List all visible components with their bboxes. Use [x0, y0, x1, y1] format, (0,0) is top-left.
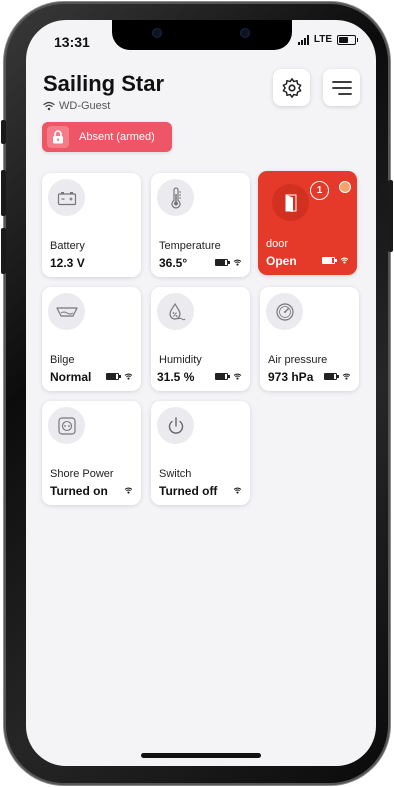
tile-switch[interactable]: Switch Turned off	[151, 401, 250, 505]
gauge-icon	[266, 293, 303, 330]
tile-label: Shore Power	[50, 468, 114, 480]
wifi-icon	[233, 487, 242, 494]
battery-level-icon	[215, 373, 230, 380]
device-status	[322, 257, 349, 264]
volume-up-button	[1, 170, 6, 216]
tile-label: Battery	[50, 240, 85, 252]
tile-door[interactable]: 1 door Open	[258, 171, 357, 275]
tile-label: Humidity	[159, 354, 202, 366]
tile-humidity[interactable]: Humidity 31.5 %	[151, 287, 250, 391]
power-icon	[157, 407, 194, 444]
tile-label: Switch	[159, 468, 192, 480]
humidity-icon	[157, 293, 194, 330]
security-mode-label: Absent (armed)	[79, 131, 155, 143]
battery-level-icon	[106, 373, 121, 380]
power-outlet-icon	[48, 407, 85, 444]
device-status	[215, 373, 242, 380]
wifi-icon	[124, 487, 133, 494]
tile-value: 973 hPa	[268, 370, 314, 384]
wifi-name: WD-Guest	[59, 100, 111, 112]
page-title: Sailing Star	[43, 71, 165, 96]
camera-dot	[240, 28, 250, 38]
battery-level-icon	[322, 257, 337, 264]
device-status	[124, 487, 133, 494]
wifi-icon	[233, 259, 242, 266]
tile-value: Normal	[50, 370, 92, 384]
power-button	[388, 180, 393, 252]
battery-level-icon	[324, 373, 339, 380]
device-status	[324, 373, 351, 380]
wifi-icon	[124, 373, 133, 380]
tile-shore-power[interactable]: Shore Power Turned on	[42, 401, 141, 505]
notch	[112, 20, 292, 50]
volume-down-button	[1, 228, 6, 274]
cellular-signal-icon	[297, 34, 309, 45]
thermometer-icon	[157, 179, 194, 216]
wifi-network: WD-Guest	[43, 100, 110, 112]
lock-icon	[47, 126, 69, 148]
tile-value: Turned off	[159, 484, 218, 498]
device-status	[106, 373, 133, 380]
wifi-icon	[233, 373, 242, 380]
tile-value: 31.5 %	[157, 370, 195, 384]
tile-temperature[interactable]: Temperature 36.5°	[151, 173, 250, 277]
wifi-icon	[342, 373, 351, 380]
status-time: 13:31	[54, 34, 90, 50]
bilge-icon	[48, 293, 85, 330]
status-dot	[339, 181, 351, 193]
tile-value: 36.5°	[159, 256, 188, 270]
door-icon	[272, 184, 309, 221]
alert-count-badge: 1	[310, 181, 329, 200]
gear-icon	[282, 77, 301, 98]
tile-value: 12.3 V	[50, 256, 85, 270]
battery-status-icon	[337, 34, 358, 45]
tile-label: door	[266, 238, 289, 250]
speaker-dot	[152, 28, 162, 38]
tile-label: Air pressure	[268, 354, 328, 366]
phone-frame: 13:31 LTE Sailing Star WD-Guest Absent (…	[1, 2, 393, 785]
status-indicators: LTE	[297, 34, 358, 45]
device-status	[233, 487, 242, 494]
network-type: LTE	[313, 34, 332, 45]
security-mode-badge[interactable]: Absent (armed)	[42, 122, 172, 152]
wifi-icon	[43, 101, 55, 111]
tile-battery[interactable]: Battery 12.3 V	[42, 173, 141, 277]
menu-button[interactable]	[323, 69, 360, 106]
wifi-icon	[340, 257, 349, 264]
device-status	[215, 259, 242, 266]
tile-bilge[interactable]: Bilge Normal	[42, 287, 141, 391]
battery-level-icon	[215, 259, 230, 266]
tile-label: Bilge	[50, 354, 75, 366]
hamburger-menu-icon	[331, 80, 352, 95]
tile-value: Turned on	[50, 484, 108, 498]
home-indicator[interactable]	[141, 753, 261, 758]
battery-icon	[48, 179, 85, 216]
settings-button[interactable]	[273, 69, 310, 106]
tile-air-pressure[interactable]: Air pressure 973 hPa	[260, 287, 359, 391]
tile-label: Temperature	[159, 240, 221, 252]
mute-switch	[1, 120, 6, 144]
tile-value: Open	[266, 254, 297, 268]
app-screen: 13:31 LTE Sailing Star WD-Guest Absent (…	[26, 20, 376, 766]
